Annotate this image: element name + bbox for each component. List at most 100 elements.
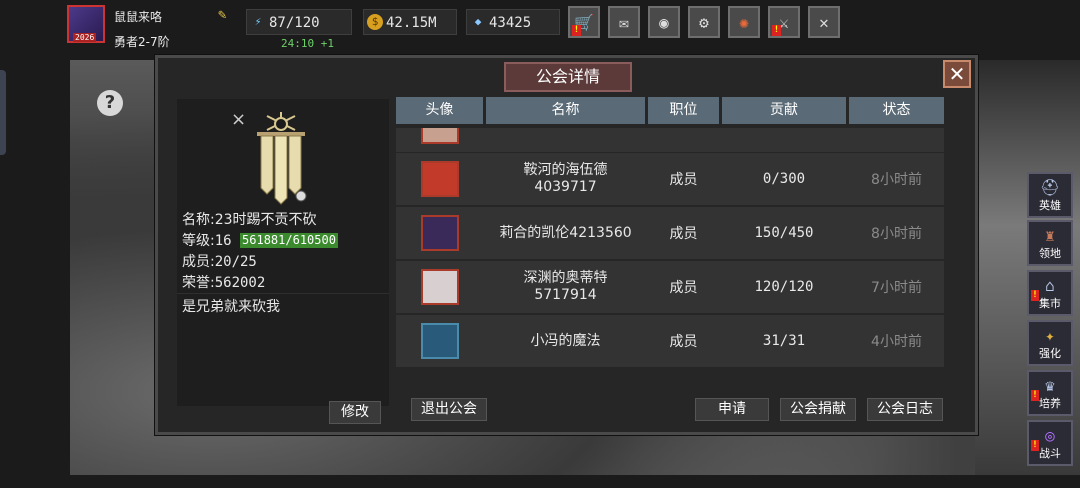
- member-name-line: 小冯的魔法: [530, 332, 601, 349]
- guild-honor: 562002: [214, 275, 266, 291]
- color-wheel-button[interactable]: ✺: [728, 6, 760, 38]
- donate-button[interactable]: 公会捐献: [780, 398, 856, 421]
- table-row[interactable]: 深渊的奥蒂特 5717914 成员 120/120 7小时前: [396, 261, 944, 315]
- color-wheel-icon: ✺: [739, 12, 749, 32]
- edit-button[interactable]: 修改: [329, 401, 381, 424]
- guild-name-label: 名称:: [182, 212, 215, 228]
- guild-level-label: 等级:: [182, 233, 215, 249]
- side-item-battle[interactable]: ◎ 战斗 !: [1027, 420, 1073, 466]
- table-row[interactable]: 鞍河的海伍德 4039717 成员 0/300 8小时前: [396, 153, 944, 207]
- guild-honor-label: 荣誉:: [182, 275, 215, 291]
- member-status: 4小时前: [871, 334, 922, 350]
- member-list[interactable]: 鞍河的海伍德 4039717 成员 0/300 8小时前 莉合的凯伦421356…: [396, 128, 944, 370]
- guild-name: 23时踢不贡不砍: [214, 212, 317, 228]
- guild-name-row: 名称:23时踢不贡不砍: [182, 210, 338, 231]
- stamina-value: 87/120: [269, 15, 320, 31]
- side-item-label: 强化: [1039, 347, 1061, 360]
- member-portrait[interactable]: [421, 269, 459, 305]
- lightning-icon: ⚡: [254, 15, 262, 28]
- member-status: 8小时前: [871, 226, 922, 242]
- edit-icon[interactable]: ✎: [218, 7, 234, 23]
- member-position: 成员: [669, 334, 698, 350]
- alert-icon: !: [572, 25, 581, 36]
- table-row[interactable]: 小冯的魔法 成员 31/31 4小时前: [396, 315, 944, 369]
- col-header-position: 职位: [648, 97, 719, 124]
- player-avatar[interactable]: 2026: [67, 5, 105, 43]
- member-name-line: 莉合的凯伦4213560: [499, 224, 632, 241]
- trophy-icon: ♛: [1045, 376, 1055, 395]
- gem-value: 43425: [489, 15, 532, 31]
- member-portrait[interactable]: [421, 215, 459, 251]
- top-bar: 2026 鼠鼠来咯 勇者2-7阶 ✎ ⚡ 87/120 24:10 +1 $ 4…: [0, 0, 1080, 56]
- gold-counter: $ 42.15M: [363, 9, 457, 35]
- side-item-enhance[interactable]: ✦ 强化: [1027, 320, 1073, 366]
- col-header-name: 名称: [486, 97, 645, 124]
- side-drawer-handle[interactable]: [0, 70, 6, 155]
- side-item-hero[interactable]: ⛑ 英雄: [1027, 172, 1073, 218]
- mail-icon: ✉: [619, 12, 629, 32]
- alert-icon: !: [1031, 440, 1039, 451]
- settings-button[interactable]: ⚙: [688, 6, 720, 38]
- member-status: 7小时前: [871, 280, 922, 296]
- apply-button[interactable]: 申请: [695, 398, 769, 421]
- guild-stats: 名称:23时踢不贡不砍 等级:16 561881/610500 成员:20/25…: [182, 210, 338, 294]
- side-item-territory[interactable]: ♜ 领地: [1027, 220, 1073, 266]
- member-name: 深渊的奥蒂特 5717914: [486, 261, 645, 313]
- member-name: 莉合的凯伦4213560: [486, 207, 645, 259]
- member-portrait: [421, 128, 459, 144]
- sword-button[interactable]: ⚔ !: [768, 6, 800, 38]
- alert-icon: !: [772, 25, 781, 36]
- crystal-icon: ✦: [1045, 326, 1055, 345]
- alert-icon: !: [1031, 390, 1039, 401]
- gamepad-icon: ◉: [659, 12, 669, 32]
- side-item-train[interactable]: ♛ 培养 !: [1027, 370, 1073, 416]
- gem-counter: ◆ 43425: [466, 9, 560, 35]
- player-name: 鼠鼠来咯: [114, 10, 163, 24]
- helmet-icon: ⛑: [1039, 178, 1061, 197]
- panel-title: 公会详情: [504, 62, 632, 92]
- member-portrait[interactable]: [421, 161, 459, 197]
- guild-banner-icon: [257, 112, 307, 205]
- member-portrait[interactable]: [421, 323, 459, 359]
- guild-log-button[interactable]: 公会日志: [867, 398, 943, 421]
- guild-level: 16: [214, 233, 232, 249]
- guild-members: 20/25: [214, 254, 257, 270]
- close-icon[interactable]: ×: [231, 109, 246, 130]
- guild-members-row: 成员:20/25: [182, 252, 338, 273]
- member-contribution: 150/450: [754, 225, 814, 241]
- member-name: 鞍河的海伍德 4039717: [486, 153, 645, 205]
- market-icon: ⌂: [1045, 276, 1055, 295]
- member-status: 8小时前: [871, 172, 922, 188]
- help-icon[interactable]: ?: [97, 90, 123, 116]
- member-name-line: 鞍河的海伍德: [523, 162, 608, 178]
- member-position: 成员: [669, 226, 698, 242]
- member-id-line: 4039717: [534, 179, 597, 195]
- member-contribution: 0/300: [762, 171, 806, 187]
- gamepad-button[interactable]: ◉: [648, 6, 680, 38]
- shop-button[interactable]: 🛒 !: [568, 6, 600, 38]
- col-header-status: 状态: [849, 97, 944, 124]
- guild-honor-row: 荣誉:562002: [182, 273, 338, 294]
- alert-icon: !: [1031, 290, 1039, 301]
- table-row[interactable]: 莉合的凯伦4213560 成员 150/450 8小时前: [396, 207, 944, 261]
- side-item-label: 领地: [1039, 247, 1061, 260]
- member-id-line: 5717914: [534, 287, 597, 303]
- stamina-counter: ⚡ 87/120: [246, 9, 352, 35]
- guild-members-label: 成员:: [182, 254, 215, 270]
- table-row-partial: [396, 128, 944, 154]
- guild-motto: 是兄弟就来砍我: [182, 299, 280, 315]
- avatar-badge: 2026: [73, 33, 97, 42]
- gold-value: 42.15M: [386, 15, 437, 31]
- battle-button[interactable]: ✕: [808, 6, 840, 38]
- member-contribution: 120/120: [754, 279, 814, 295]
- side-item-market[interactable]: ⌂ 集市 !: [1027, 270, 1073, 316]
- leave-guild-button[interactable]: 退出公会: [411, 398, 487, 421]
- gear-icon: ⚙: [699, 12, 709, 32]
- swords-crossed-icon: ✕: [819, 12, 829, 32]
- stamina-timer: 24:10 +1: [281, 37, 334, 50]
- gold-coin-icon: $: [367, 14, 383, 30]
- member-position: 成员: [669, 280, 698, 296]
- close-button[interactable]: ✕: [943, 60, 971, 88]
- mail-button[interactable]: ✉: [608, 6, 640, 38]
- player-rank: 勇者2-7阶: [114, 35, 170, 49]
